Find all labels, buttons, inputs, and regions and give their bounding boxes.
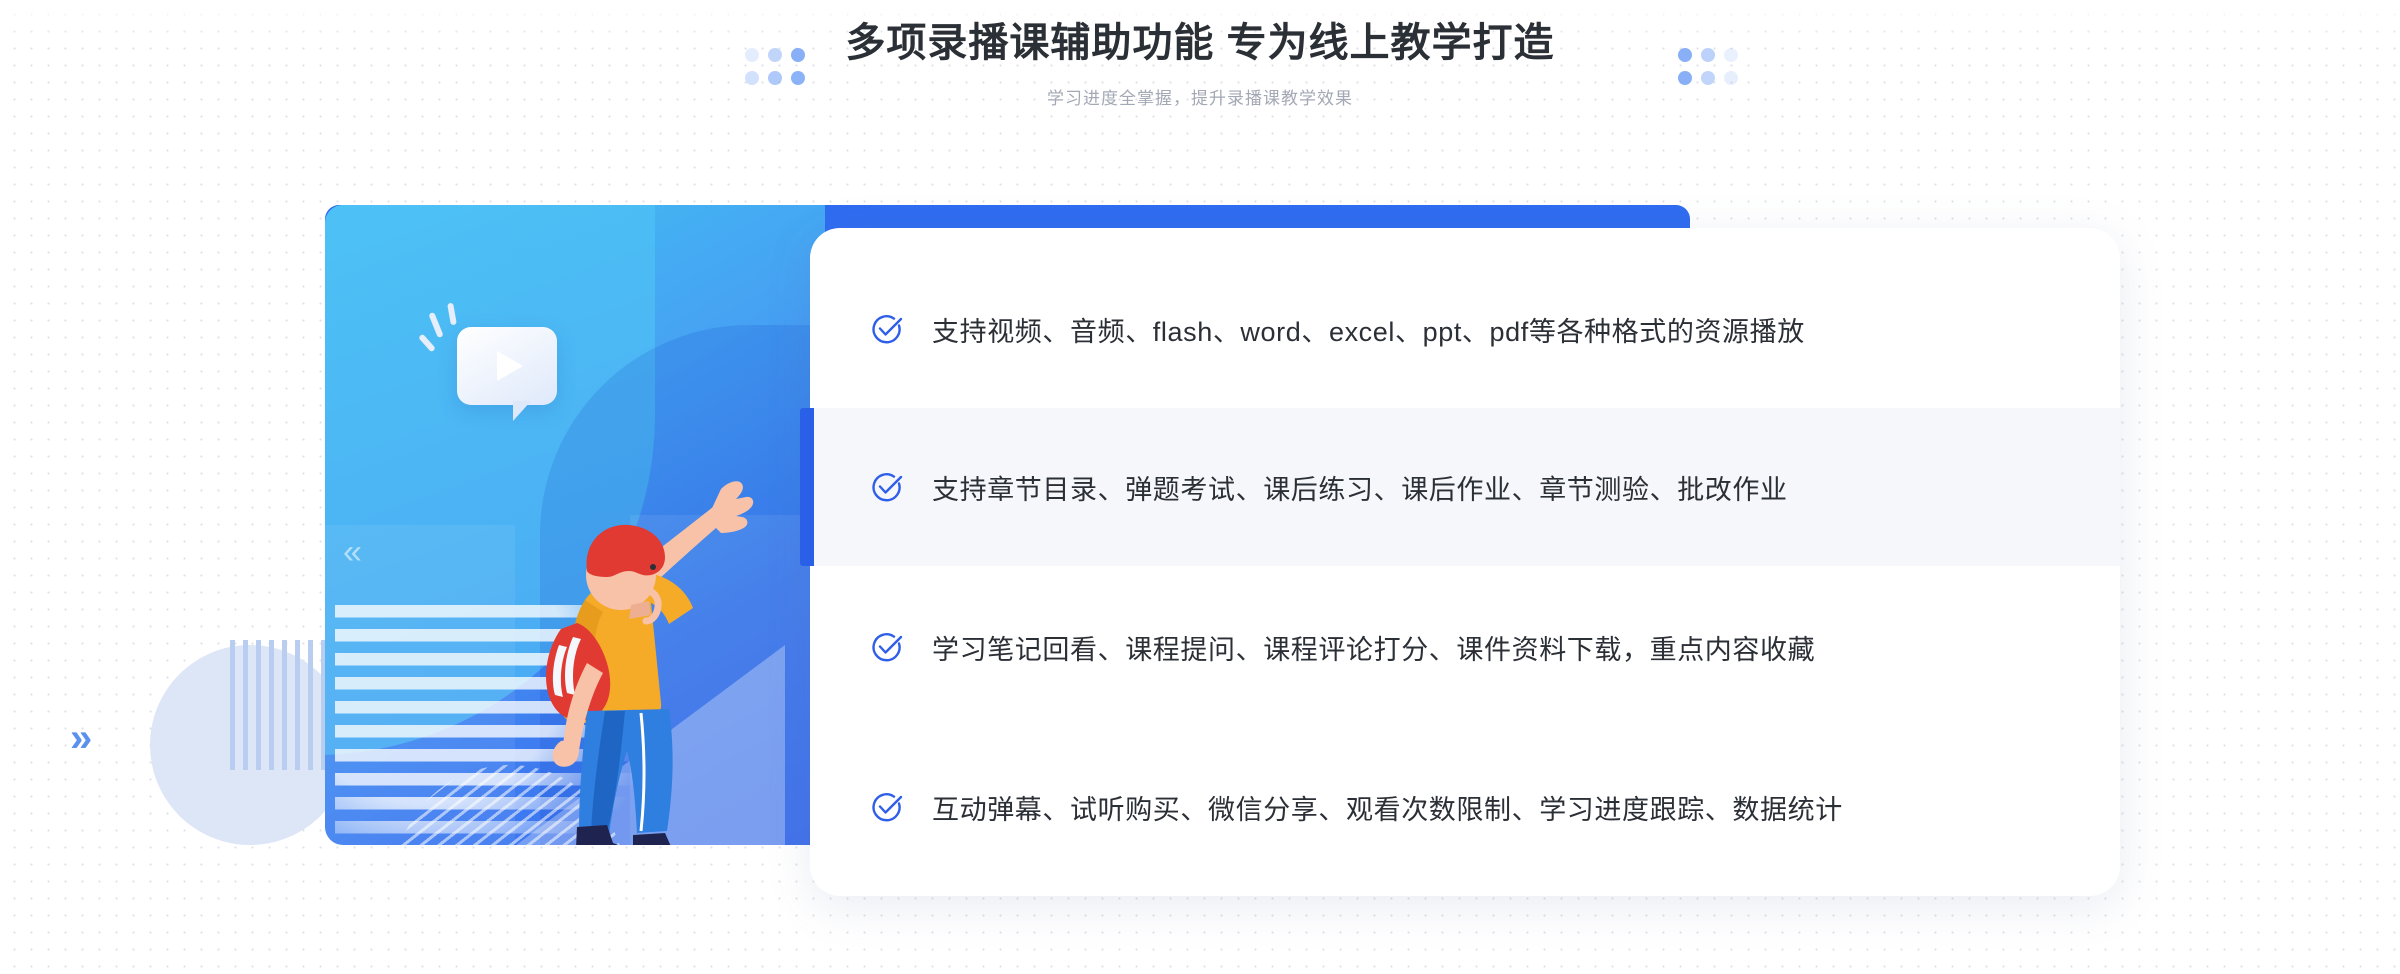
page-header: 多项录播课辅助功能 专为线上教学打造 学习进度全掌握，提升录播课教学效果	[0, 18, 2400, 109]
play-icon	[497, 351, 523, 381]
circle-check-icon	[872, 315, 903, 344]
circle-check-icon	[872, 473, 903, 502]
feature-text: 支持章节目录、弹题考试、课后练习、课后作业、章节测验、批改作业	[932, 474, 1788, 505]
decorative-dots-left	[745, 48, 805, 85]
feature-row[interactable]: 学习笔记回看、课程提问、课程评论打分、课件资料下载，重点内容收藏	[810, 568, 2120, 726]
illustration-panel: «	[325, 205, 825, 845]
feature-text: 学习笔记回看、课程提问、课程评论打分、课件资料下载，重点内容收藏	[932, 634, 1816, 665]
feature-row[interactable]: 支持视频、音频、flash、word、excel、ppt、pdf等各种格式的资源…	[810, 250, 2120, 408]
feature-text: 互动弹幕、试听购买、微信分享、观看次数限制、学习进度跟踪、数据统计	[932, 794, 1843, 825]
feature-list: 支持视频、音频、flash、word、excel、ppt、pdf等各种格式的资源…	[810, 228, 2120, 896]
decorative-dots-right	[1678, 48, 1738, 85]
circle-check-icon	[872, 633, 903, 662]
video-speech-bubble	[457, 327, 557, 421]
person-illustration	[546, 481, 754, 845]
chevron-left-double-icon: «	[343, 533, 362, 571]
page-subtitle: 学习进度全掌握，提升录播课教学效果	[1047, 89, 1353, 108]
content-stage: « 支持视频、音频、flash、word、excel、ppt、pdf等各种格式的…	[0, 0, 2400, 974]
circle-check-icon	[872, 793, 903, 822]
feature-row[interactable]: 支持章节目录、弹题考试、课后练习、课后作业、章节测验、批改作业	[810, 408, 2120, 566]
page-title: 多项录播课辅助功能 专为线上教学打造	[845, 21, 1555, 65]
feature-row[interactable]: 互动弹幕、试听购买、微信分享、观看次数限制、学习进度跟踪、数据统计	[810, 728, 2120, 886]
chevron-right-double-icon: »	[70, 716, 93, 760]
feature-text: 支持视频、音频、flash、word、excel、ppt、pdf等各种格式的资源…	[932, 316, 1805, 347]
